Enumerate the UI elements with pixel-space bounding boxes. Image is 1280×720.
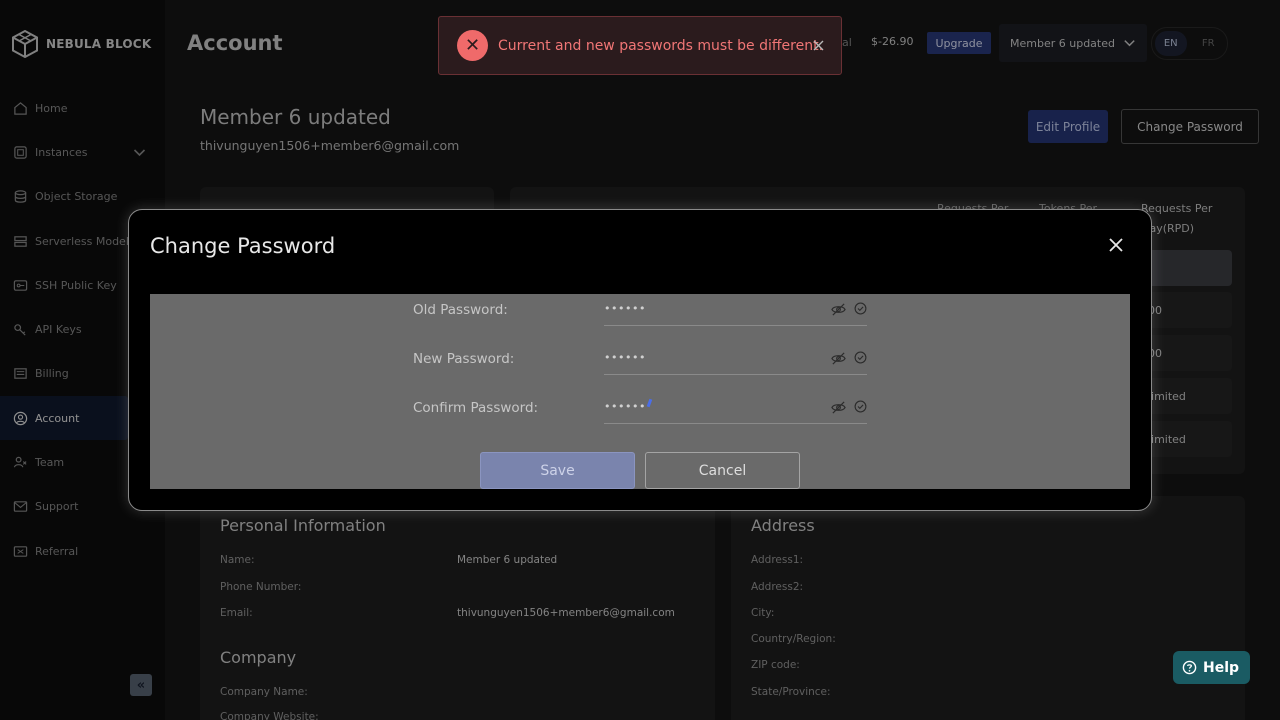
modal-title: Change Password [150,234,336,258]
confirm-password-value: •••••• [604,400,646,413]
modal-body: Old Password: •••••• New Password: •••••… [150,294,1130,489]
confirm-password-field[interactable]: •••••• [604,392,867,424]
error-x-icon: ✕ [457,30,488,61]
eye-slash-icon[interactable] [831,351,846,366]
check-circle-icon [854,302,867,315]
save-button[interactable]: Save [480,452,635,489]
new-password-field[interactable]: •••••• [604,343,867,375]
question-circle-icon [1182,660,1197,675]
close-icon[interactable] [1108,237,1124,253]
check-circle-icon [854,400,867,413]
old-password-value: •••••• [604,302,646,315]
old-password-label: Old Password: [413,302,508,318]
new-password-label: New Password: [413,351,515,367]
cancel-button[interactable]: Cancel [645,452,800,489]
close-icon[interactable] [812,39,825,52]
check-circle-icon [854,351,867,364]
new-password-value: •••••• [604,351,646,364]
eye-slash-icon[interactable] [831,400,846,415]
help-label: Help [1203,659,1240,676]
help-button[interactable]: Help [1173,651,1250,684]
change-password-modal: Change Password Old Password: •••••• New… [128,209,1152,511]
confirm-password-label: Confirm Password: [413,400,539,416]
eye-slash-icon[interactable] [831,302,846,317]
error-toast: ✕ Current and new passwords must be diff… [438,16,842,75]
old-password-field[interactable]: •••••• [604,294,867,326]
toast-message: Current and new passwords must be differ… [498,37,824,54]
